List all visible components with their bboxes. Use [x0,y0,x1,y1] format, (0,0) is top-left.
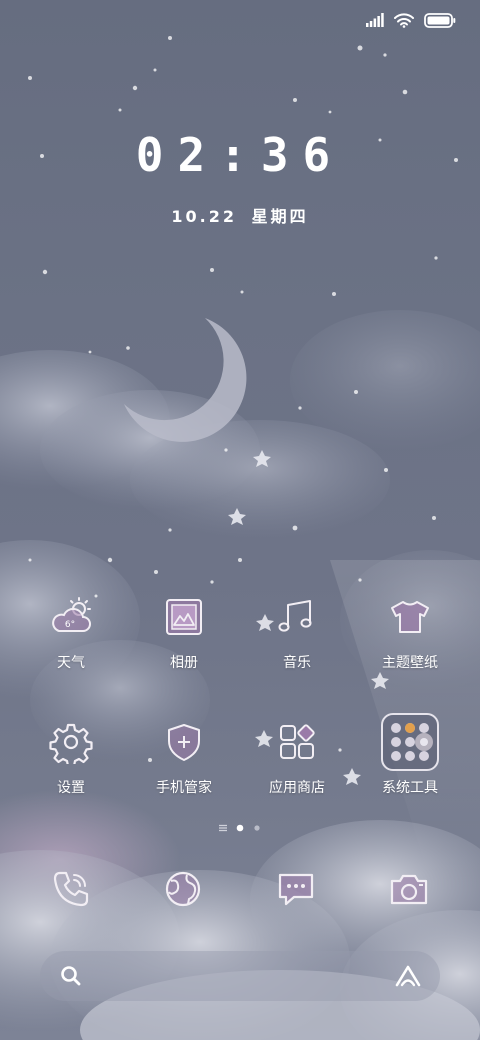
assistant-icon[interactable] [394,964,422,988]
lock-clock: 02:36 [135,128,345,182]
app-system-tools[interactable]: 系统工具 [354,712,466,797]
app-gallery[interactable]: 相册 [128,587,240,672]
music-icon [267,587,327,647]
security-icon [154,712,214,772]
app-weather[interactable]: 6° 天气 [15,587,127,672]
search-icon[interactable] [58,963,84,989]
phone-icon [53,871,89,907]
app-label: 相册 [170,655,198,671]
app-label: 天气 [57,655,85,671]
wifi-icon [394,12,414,28]
app-store-icon [267,712,327,772]
status-bar [366,8,456,32]
app-store[interactable]: 应用商店 [241,712,353,797]
theme-icon [380,587,440,647]
search-bar[interactable] [40,951,440,1001]
home-screen: 02:36 10.22 星期四 6° 天气 相册 音乐 主题壁纸 设置 手机管家… [0,0,480,1040]
app-label: 主题壁纸 [382,655,438,671]
system-tools-folder-icon [380,712,440,772]
gallery-icon [154,587,214,647]
page-dot-active [236,824,244,832]
app-settings[interactable]: 设置 [15,712,127,797]
camera-icon [390,874,428,905]
app-label: 手机管家 [156,780,212,796]
feed-page-icon [219,824,227,832]
app-label: 音乐 [283,655,311,671]
weather-icon: 6° [41,587,101,647]
dock-messages[interactable] [266,859,326,919]
dock-browser[interactable] [153,859,213,919]
lock-date: 10.22 星期四 [0,203,480,227]
dock-phone[interactable] [41,859,101,919]
browser-icon [165,871,201,907]
signal-icon [366,13,384,27]
date-text: 10.22 [171,207,237,226]
dock-camera[interactable] [379,859,439,919]
app-theme[interactable]: 主题壁纸 [354,587,466,672]
app-label: 设置 [57,780,85,796]
weekday-text: 星期四 [251,207,309,226]
weather-temp: 6° [65,620,75,630]
app-music[interactable]: 音乐 [241,587,353,672]
app-label: 应用商店 [269,780,325,796]
settings-icon [41,712,101,772]
app-label: 系统工具 [382,780,438,796]
message-icon [278,873,314,906]
page-dot [254,825,260,831]
page-indicator[interactable] [0,824,480,832]
app-security[interactable]: 手机管家 [128,712,240,797]
battery-icon [424,12,456,28]
